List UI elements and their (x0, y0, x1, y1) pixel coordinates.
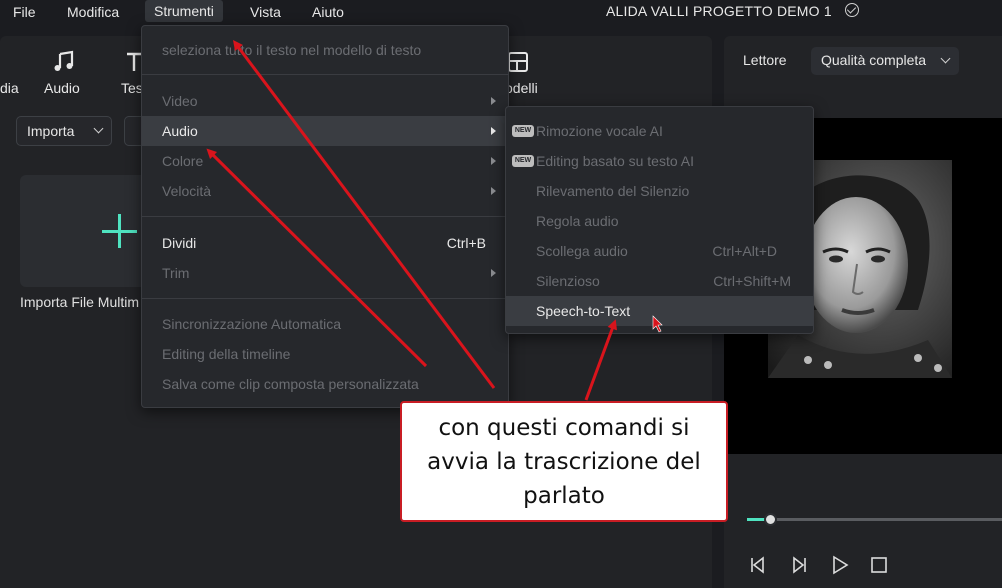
import-media-tile[interactable] (20, 175, 160, 287)
submenu-arrow-icon (491, 187, 496, 195)
submenu-item-rimozione-vocale[interactable]: NEW Rimozione vocale AI (506, 116, 813, 146)
play-icon[interactable] (830, 555, 850, 575)
submenu-item-regola-audio[interactable]: Regola audio (506, 206, 813, 236)
menu-item-colore[interactable]: Colore (142, 146, 508, 176)
menu-item-sincronizzazione[interactable]: Sincronizzazione Automatica (142, 309, 508, 339)
submenu-arrow-icon (491, 269, 496, 277)
menu-item-audio[interactable]: Audio (142, 116, 508, 146)
new-badge: NEW (512, 155, 534, 167)
menu-strumenti[interactable]: Strumenti (145, 0, 223, 22)
quality-dropdown[interactable]: Qualità completa (811, 47, 959, 75)
submenu-arrow-icon (491, 97, 496, 105)
player-title: Lettore (743, 52, 787, 68)
chevron-down-icon (940, 53, 951, 64)
quality-label: Qualità completa (821, 52, 927, 68)
callout-line-3: parlato (523, 483, 605, 509)
text-icon[interactable] (126, 52, 142, 72)
menu-aiuto[interactable]: Aiuto (303, 0, 353, 24)
strumenti-menu: seleziona tutto il testo nel modello di … (141, 25, 509, 408)
import-button[interactable]: Importa (16, 116, 112, 146)
toolbar-item-modelli[interactable]: odelli (505, 80, 538, 96)
plus-icon-h (102, 230, 137, 233)
next-frame-icon[interactable] (789, 555, 809, 575)
submenu-item-rilevamento-silenzio[interactable]: Rilevamento del Silenzio (506, 176, 813, 206)
submenu-item-silenzioso[interactable]: Silenzioso Ctrl+Shift+M (506, 266, 813, 296)
submenu-arrow-icon (491, 157, 496, 165)
toolbar-item-audio[interactable]: Audio (44, 80, 80, 96)
music-note-icon[interactable] (53, 50, 75, 74)
import-button-label: Importa (27, 123, 75, 139)
playback-progress-handle[interactable] (764, 513, 777, 526)
prev-frame-icon[interactable] (748, 555, 768, 575)
check-circle-icon (845, 3, 859, 17)
menu-separator (142, 298, 508, 299)
playback-progress-track[interactable] (747, 518, 1002, 521)
toolbar-item-testo[interactable]: Tes (121, 80, 143, 96)
menu-modifica[interactable]: Modifica (58, 0, 128, 24)
project-title: ALIDA VALLI PROGETTO DEMO 1 (606, 3, 832, 19)
stop-icon[interactable] (869, 555, 889, 575)
audio-submenu: NEW Rimozione vocale AI NEW Editing basato… (505, 106, 814, 334)
submenu-item-editing-testo[interactable]: NEW Editing basato su testo AI (506, 146, 813, 176)
menu-item-editing-timeline[interactable]: Editing della timeline (142, 339, 508, 369)
submenu-arrow-icon (491, 127, 496, 135)
callout-line-2: avvia la trascrizione del (427, 449, 701, 475)
menu-item-salva-clip[interactable]: Salva come clip composta personalizzata (142, 369, 508, 399)
toolbar-item-media[interactable]: dia (0, 80, 19, 96)
menu-item-trim[interactable]: Trim (142, 258, 508, 288)
menu-item-select-all-text[interactable]: seleziona tutto il testo nel modello di … (142, 35, 508, 65)
menu-item-velocita[interactable]: Velocità (142, 176, 508, 206)
menu-separator (142, 216, 508, 217)
menu-file[interactable]: File (4, 0, 45, 24)
menu-vista[interactable]: Vista (241, 0, 290, 24)
menu-separator (142, 74, 508, 75)
template-icon[interactable] (507, 51, 529, 73)
chevron-down-icon (93, 123, 104, 134)
annotation-callout: con questi comandi si avvia la trascrizi… (400, 401, 728, 522)
import-tile-label: Importa File Multim (20, 294, 140, 310)
submenu-item-scollega-audio[interactable]: Scollega audio Ctrl+Alt+D (506, 236, 813, 266)
new-badge: NEW (512, 125, 534, 137)
menu-item-dividi[interactable]: Dividi Ctrl+B (142, 228, 508, 258)
menu-item-video[interactable]: Video (142, 86, 508, 116)
submenu-item-speech-to-text[interactable]: Speech-to-Text (506, 296, 813, 326)
callout-line-1: con questi comandi si (438, 415, 690, 441)
